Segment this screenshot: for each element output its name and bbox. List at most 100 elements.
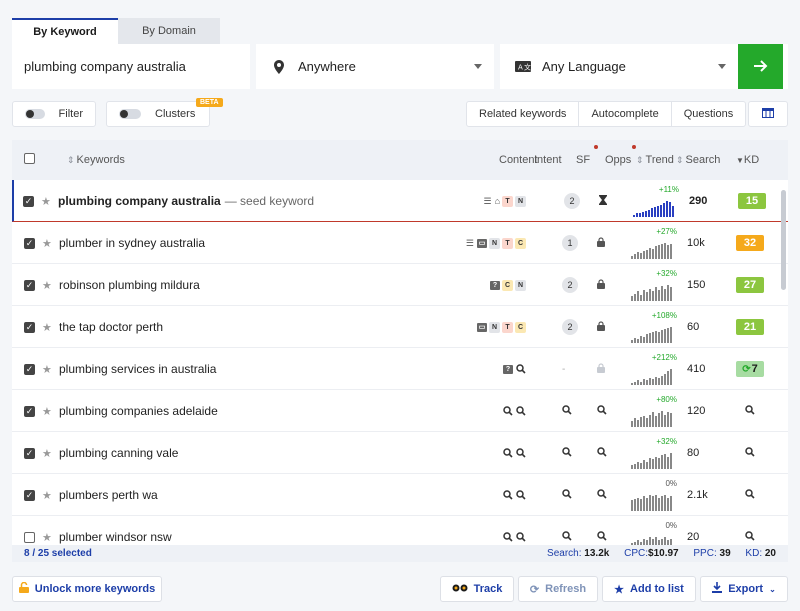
keyword-text[interactable]: plumber windsor nsw	[59, 530, 172, 544]
trend-bar	[661, 376, 663, 385]
keyword-cell[interactable]: plumber in sydney australia	[59, 222, 205, 264]
language-select[interactable]: A文 Any Language	[500, 44, 738, 89]
table-row[interactable]: ✓ ★ plumbing companies adelaide +80% 120	[12, 390, 788, 432]
question-icon: ?	[490, 280, 500, 290]
export-button[interactable]: Export ⌄	[700, 576, 788, 602]
sf-cell[interactable]: 2	[562, 264, 578, 306]
col-search[interactable]: Search	[676, 154, 721, 166]
keyword-text[interactable]: plumbing companies adelaide	[59, 404, 218, 418]
kd-cell[interactable]: 15	[738, 180, 766, 222]
keyword-cell[interactable]: plumbing companies adelaide	[59, 390, 218, 432]
table-row[interactable]: ✓ ★ plumbing canning vale +32% 80	[12, 432, 788, 474]
keyword-cell[interactable]: plumbing services in australia	[59, 348, 216, 390]
opps-cell[interactable]	[597, 390, 607, 432]
row-checkbox[interactable]: ✓	[24, 222, 35, 264]
tab-by-keyword[interactable]: By Keyword	[12, 18, 118, 44]
kd-cell[interactable]	[736, 432, 755, 474]
search-bar: Anywhere A文 Any Language	[12, 44, 788, 89]
table-row[interactable]: ✓ ★ robinson plumbing mildura? C N 2 +32% 150 27	[12, 264, 788, 306]
col-trend[interactable]: Trend	[636, 154, 674, 166]
star-icon[interactable]: ★	[42, 264, 52, 306]
row-checkbox[interactable]: ✓	[24, 306, 35, 348]
star-icon[interactable]: ★	[42, 432, 52, 474]
table-row[interactable]: ✓ ★ plumbers perth wa 0% 2.1k	[12, 474, 788, 516]
search-go-button[interactable]	[738, 44, 783, 89]
keyword-text[interactable]: robinson plumbing mildura	[59, 278, 200, 292]
kd-cell[interactable]: 27	[736, 264, 764, 306]
related-keywords-button[interactable]: Related keywords	[467, 102, 580, 126]
add-to-list-button[interactable]: ★ Add to list	[602, 576, 696, 602]
keyword-text[interactable]: plumber in sydney australia	[59, 236, 205, 250]
table-row[interactable]: ✓ ★ plumbing company australia — seed keywo…	[12, 180, 788, 222]
questions-button[interactable]: Questions	[672, 102, 746, 126]
keyword-cell[interactable]: the tap doctor perth	[59, 306, 163, 348]
opps-cell[interactable]	[597, 432, 607, 474]
table-row[interactable]: ✓ ★ plumber in sydney australia ☰ ▭ N T C 1 +27% 1…	[12, 222, 788, 264]
opps-cell[interactable]	[597, 222, 605, 264]
col-opps[interactable]: Opps	[605, 154, 631, 166]
search-icon	[516, 364, 526, 374]
filter-toggle[interactable]: Filter	[12, 101, 96, 127]
refresh-button[interactable]: ⟳ Refresh	[518, 576, 598, 602]
autocomplete-button[interactable]: Autocomplete	[579, 102, 672, 126]
table-row[interactable]: ✓ ★ the tap doctor perth ▭ N T C 2 +108% 60 21	[12, 306, 788, 348]
table-view-button[interactable]	[748, 101, 788, 127]
sf-cell[interactable]: -	[562, 348, 565, 390]
sf-cell[interactable]: 2	[562, 306, 578, 348]
opps-cell[interactable]	[597, 264, 605, 306]
keyword-text[interactable]: plumbers perth wa	[59, 488, 158, 502]
col-kd[interactable]: ▼KD	[736, 154, 759, 166]
trend-percent: 0%	[665, 521, 677, 530]
keyword-cell[interactable]: plumbing company australia — seed keyword	[58, 180, 314, 222]
keyword-cell[interactable]: plumbers perth wa	[59, 474, 158, 516]
keyword-text[interactable]: plumbing services in australia	[59, 362, 216, 376]
opps-cell[interactable]	[599, 180, 607, 222]
row-checkbox[interactable]: ✓	[23, 180, 34, 222]
opps-cell[interactable]	[597, 474, 607, 516]
keyword-text[interactable]: plumbing canning vale	[59, 446, 178, 460]
clusters-toggle[interactable]: Clusters	[106, 101, 210, 127]
keyword-search-input[interactable]	[12, 44, 250, 89]
sf-cell[interactable]: 2	[564, 180, 580, 222]
star-icon[interactable]: ★	[42, 222, 52, 264]
star-icon[interactable]: ★	[41, 180, 51, 222]
keyword-cell[interactable]: plumbing canning vale	[59, 432, 178, 474]
location-select[interactable]: Anywhere	[256, 44, 494, 89]
kd-cell[interactable]: 21	[736, 306, 764, 348]
row-checkbox[interactable]: ✓	[24, 348, 35, 390]
row-checkbox[interactable]: ✓	[24, 474, 35, 516]
keyword-text[interactable]: plumbing company australia	[58, 194, 221, 208]
select-all-checkbox[interactable]	[24, 153, 35, 164]
col-content[interactable]: Content	[499, 154, 538, 166]
sf-cell[interactable]	[562, 432, 572, 474]
col-intent[interactable]: Intent	[534, 154, 562, 166]
opps-cell[interactable]	[597, 348, 605, 390]
keyword-cell[interactable]: robinson plumbing mildura	[59, 264, 200, 306]
row-checkbox[interactable]: ✓	[24, 432, 35, 474]
unlock-keywords-button[interactable]: Unlock more keywords	[12, 576, 162, 602]
col-sf[interactable]: SF	[576, 154, 590, 166]
star-icon[interactable]: ★	[42, 474, 52, 516]
scrollbar[interactable]	[781, 190, 786, 290]
keyword-text[interactable]: the tap doctor perth	[59, 320, 163, 334]
intent-badge: C	[515, 321, 526, 333]
star-icon[interactable]: ★	[42, 348, 52, 390]
kd-badge: 27	[736, 277, 764, 293]
row-checkbox[interactable]: ✓	[24, 390, 35, 432]
star-icon[interactable]: ★	[42, 390, 52, 432]
tab-by-domain[interactable]: By Domain	[118, 18, 220, 44]
track-button[interactable]: Track	[440, 576, 514, 602]
sf-cell[interactable]	[562, 474, 572, 516]
table-row[interactable]: ✓ ★ plumbing services in australia? - +212% 4…	[12, 348, 788, 390]
star-icon[interactable]: ★	[42, 306, 52, 348]
kd-cell[interactable]	[736, 474, 755, 516]
trend-bar	[639, 213, 641, 217]
kd-cell[interactable]: 32	[736, 222, 764, 264]
sf-cell[interactable]	[562, 390, 572, 432]
sf-cell[interactable]: 1	[562, 222, 578, 264]
kd-cell[interactable]: ⟳ 7	[736, 348, 764, 390]
kd-cell[interactable]	[736, 390, 755, 432]
opps-cell[interactable]	[597, 306, 605, 348]
col-keywords[interactable]: Keywords	[67, 154, 125, 166]
row-checkbox[interactable]: ✓	[24, 264, 35, 306]
